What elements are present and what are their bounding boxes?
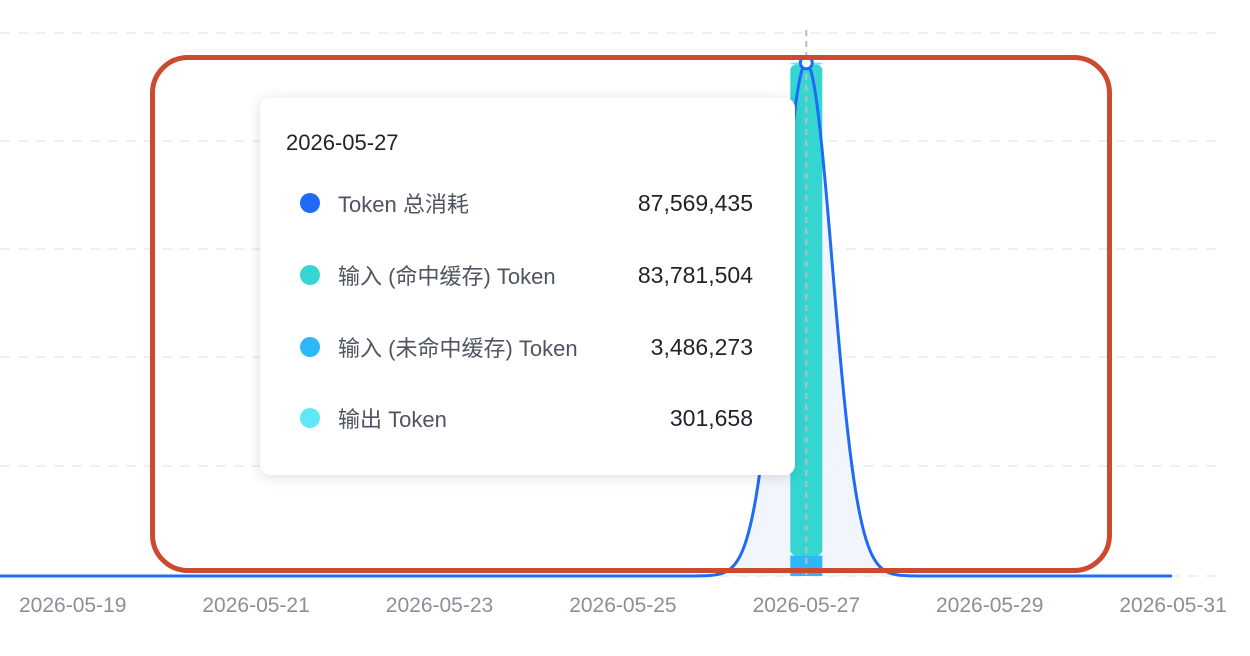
- x-axis-ticks: 2026-05-19 2026-05-21 2026-05-23 2026-05-25…: [19, 594, 1227, 617]
- tooltip-row-output: 输出 Token 301,658: [300, 403, 753, 433]
- tooltip-value: 301,658: [669, 404, 753, 431]
- tooltip-value: 87,569,435: [637, 189, 753, 216]
- x-tick-label: 2026-05-31: [1119, 594, 1226, 617]
- chart-tooltip: 2026-05-27 Token 总消耗 87,569,435 输入 (命中缓存…: [260, 98, 795, 475]
- series-dot-icon: [300, 193, 320, 213]
- tooltip-label: Token 总消耗: [338, 192, 469, 217]
- series-dot-icon: [300, 337, 320, 357]
- x-tick-label: 2026-05-25: [569, 594, 676, 617]
- x-tick-label: 2026-05-23: [386, 594, 493, 617]
- hover-point: [798, 55, 814, 71]
- tooltip-value: 3,486,273: [650, 333, 753, 360]
- series-dot-icon: [300, 408, 320, 428]
- tooltip-date: 2026-05-27: [286, 130, 399, 155]
- tooltip-row-cache-miss: 输入 (未命中缓存) Token 3,486,273: [300, 332, 753, 362]
- x-tick-label: 2026-05-21: [202, 594, 309, 617]
- tooltip-row-total: Token 总消耗 87,569,435: [300, 188, 753, 218]
- tooltip-label: 输入 (命中缓存) Token: [338, 264, 556, 289]
- tooltip-row-cache-hit: 输入 (命中缓存) Token 83,781,504: [300, 260, 753, 290]
- x-tick-label: 2026-05-27: [753, 594, 860, 617]
- x-tick-label: 2026-05-29: [936, 594, 1043, 617]
- x-tick-label: 2026-05-19: [19, 594, 126, 617]
- tooltip-value: 83,781,504: [637, 261, 753, 288]
- series-dot-icon: [300, 265, 320, 285]
- tooltip-label: 输入 (未命中缓存) Token: [338, 336, 578, 361]
- tooltip-label: 输出 Token: [338, 407, 447, 432]
